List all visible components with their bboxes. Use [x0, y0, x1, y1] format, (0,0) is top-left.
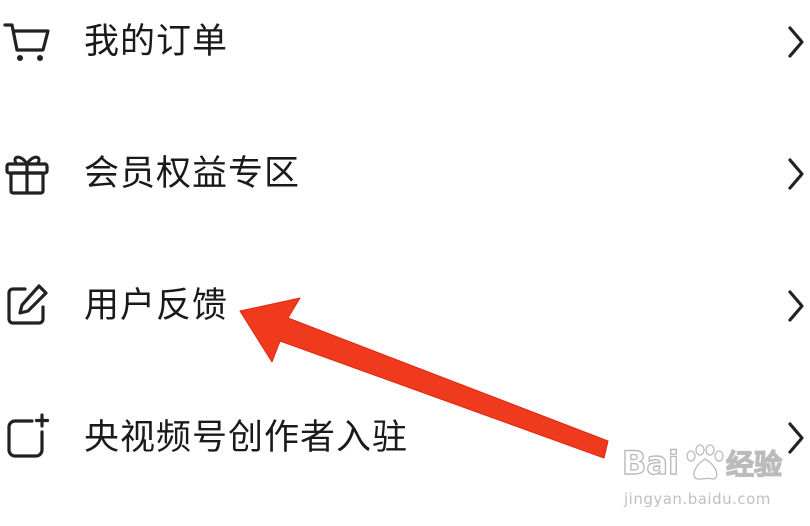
cart-icon — [2, 16, 52, 66]
edit-icon — [2, 280, 52, 330]
menu-item-user-feedback[interactable]: 用户反馈 — [0, 266, 810, 346]
menu-item-label: 会员权益专区 — [84, 154, 301, 194]
menu-item-member-benefits[interactable]: 会员权益专区 — [0, 134, 810, 214]
menu-item-creator-signup[interactable]: 央视频号创作者入驻 — [0, 398, 810, 478]
menu-item-label: 我的订单 — [84, 22, 229, 62]
gift-icon — [2, 148, 52, 198]
menu-item-my-orders[interactable]: 我的订单 — [0, 2, 810, 82]
square-plus-icon — [2, 412, 52, 462]
settings-menu-page: 我的订单 会员权益专区 用户反馈 央视频号创作者入驻 Bai 经验 jingya… — [0, 0, 810, 526]
menu-item-label: 用户反馈 — [84, 286, 229, 326]
chevron-right-icon — [786, 156, 806, 192]
chevron-right-icon — [786, 24, 806, 60]
chevron-right-icon — [786, 420, 806, 456]
chevron-right-icon — [786, 288, 806, 324]
watermark-url: jingyan.baidu.com — [624, 490, 771, 508]
menu-item-label: 央视频号创作者入驻 — [84, 418, 409, 458]
